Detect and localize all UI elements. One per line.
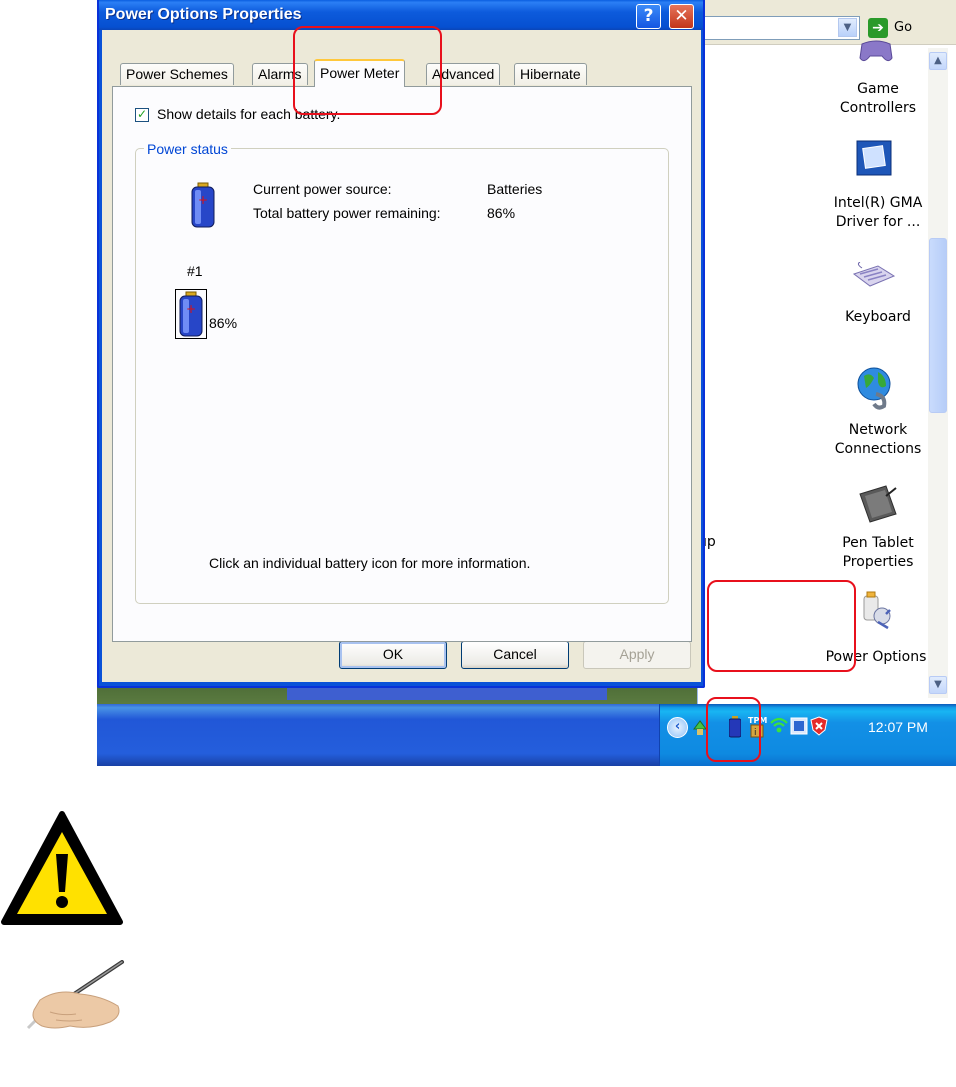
help-button[interactable]: ?: [636, 4, 661, 29]
source-label: Current power source:: [253, 181, 392, 197]
battery-1-percent: 86%: [209, 315, 238, 331]
pen-hand-icon: [26, 960, 124, 1030]
scroll-down-icon[interactable]: ▼: [929, 676, 947, 694]
scroll-up-icon[interactable]: ▲: [929, 52, 947, 70]
game-controller-icon[interactable]: [858, 40, 894, 66]
address-input[interactable]: ▼: [698, 16, 860, 40]
dialog-title: Power Options Properties: [105, 6, 302, 23]
network-globe-icon[interactable]: [856, 366, 896, 412]
pen-tablet-icon[interactable]: [856, 484, 900, 524]
vertical-scrollbar[interactable]: ▲ ▼: [928, 48, 948, 698]
address-dropdown-icon[interactable]: ▼: [838, 18, 857, 37]
tab-power-schemes[interactable]: Power Schemes: [120, 63, 234, 85]
power-status-label: Power status: [144, 141, 231, 157]
cancel-button[interactable]: Cancel: [461, 641, 569, 669]
item-label: Network Connections: [834, 422, 922, 457]
highlight-power-meter-tab: [293, 26, 442, 115]
item-label: Keyboard: [845, 309, 911, 325]
go-button[interactable]: ➔ Go: [868, 17, 938, 39]
go-arrow-icon: ➔: [868, 18, 888, 38]
warning-triangle-icon: [1, 811, 123, 925]
remaining-label: Total battery power remaining:: [253, 205, 441, 221]
power-options-icon[interactable]: [858, 590, 894, 630]
item-label: Intel(R) GMA Driver for ...: [833, 195, 923, 230]
highlight-tray-battery: [706, 697, 761, 762]
taskbar-clock[interactable]: 12:07 PM: [868, 719, 928, 735]
scroll-thumb[interactable]: [929, 238, 947, 413]
battery-1-button[interactable]: +: [175, 289, 207, 339]
highlight-power-options-item: [707, 580, 856, 672]
svg-text:+: +: [186, 302, 196, 316]
item-game-controllers[interactable]: Game Controllers: [813, 80, 943, 118]
network-monitor-icon[interactable]: [790, 717, 808, 735]
battery-large-icon: +: [191, 182, 215, 228]
item-pen-tablet[interactable]: Pen Tablet Properties: [813, 534, 943, 572]
address-bar: ▼ ➔ Go: [698, 0, 956, 45]
battery-hint: Click an individual battery icon for mor…: [209, 555, 531, 571]
battery-small-icon: +: [179, 291, 203, 337]
intel-gma-icon[interactable]: [856, 140, 892, 176]
go-label: Go: [894, 20, 913, 35]
item-label: Game Controllers: [839, 81, 917, 116]
svg-text:+: +: [198, 193, 208, 207]
ok-button[interactable]: OK: [339, 641, 447, 669]
close-button[interactable]: ✕: [669, 4, 694, 29]
security-shield-icon[interactable]: [810, 716, 828, 736]
keyboard-icon[interactable]: [852, 262, 896, 290]
item-network-connections[interactable]: Network Connections: [813, 421, 943, 459]
source-value: Batteries: [487, 181, 543, 197]
remaining-value: 86%: [487, 205, 516, 221]
apply-button[interactable]: Apply: [583, 641, 691, 669]
item-label: Pen Tablet Properties: [842, 535, 914, 570]
tab-hibernate[interactable]: Hibernate: [514, 63, 587, 85]
show-hidden-icons-arrow[interactable]: ‹: [667, 717, 688, 738]
battery-number: #1: [187, 263, 203, 279]
item-keyboard[interactable]: Keyboard: [813, 308, 943, 327]
item-intel-gma[interactable]: Intel(R) GMA Driver for ...: [813, 194, 943, 232]
wireless-icon[interactable]: [770, 717, 788, 735]
show-details-checkbox[interactable]: ✓: [135, 108, 149, 122]
